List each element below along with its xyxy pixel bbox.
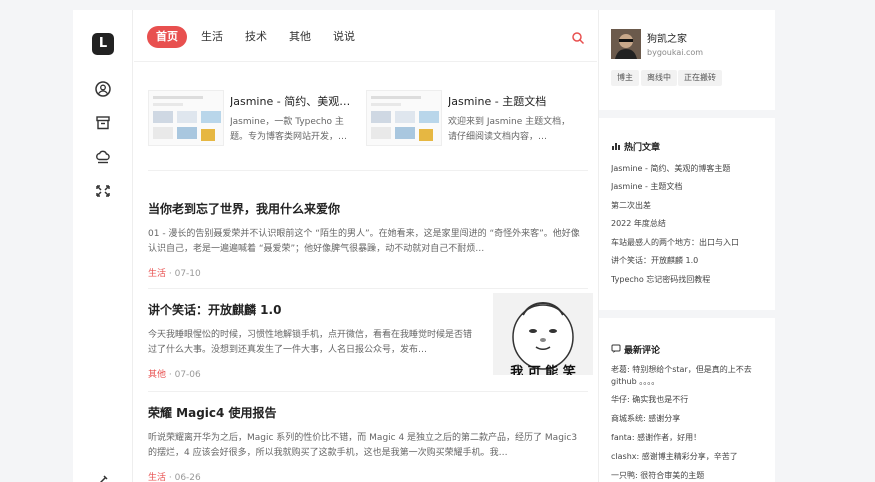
profile-tag: 博主 <box>611 70 639 86</box>
comment-item[interactable]: 一只鸭: 很符合审美的主题 <box>611 470 771 482</box>
post-title[interactable]: 荣耀 Magic4 使用报告 <box>148 404 588 421</box>
featured-card[interactable]: Jasmine - 主题文档 欢迎来到 Jasmine 主题文档，请仔细阅读文档… <box>366 90 576 146</box>
left-rail: L <box>73 10 133 482</box>
nav-life[interactable]: 生活 <box>201 26 223 48</box>
hot-post-link[interactable]: 讲个笑话：开放麒麟 1.0 <box>611 255 771 266</box>
hot-post-link[interactable]: Jasmine - 简约、美观的博客主题 <box>611 163 771 174</box>
archive-icon[interactable] <box>94 114 112 132</box>
post-excerpt: 听说荣耀离开华为之后，Magic 系列的性价比不错，而 Magic 4 是独立之… <box>148 433 578 458</box>
post-date: · 07-10 <box>166 269 201 279</box>
comment-item[interactable]: fanta: 感谢作者，好用！ <box>611 432 771 444</box>
post-item[interactable]: 荣耀 Magic4 使用报告 听说荣耀离开华为之后，Magic 系列的性价比不错… <box>148 404 588 482</box>
chart-icon <box>612 143 620 150</box>
comments-heading: 最新评论 <box>611 343 660 356</box>
cloud-icon[interactable] <box>94 148 112 166</box>
avatar[interactable] <box>611 29 641 59</box>
comment-icon <box>611 344 621 353</box>
profile-name[interactable]: 狗凯之家 <box>647 30 687 45</box>
post-excerpt: 01 - 漫长的告别聂爱荣并不认识眼前这个 “陌生的男人”。在她看来，这是家里闯… <box>148 229 580 254</box>
hot-post-link[interactable]: 2022 年度总结 <box>611 218 771 229</box>
post-title[interactable]: 当你老到忘了世界，我用什么来爱你 <box>148 200 588 217</box>
featured-desc: 欢迎来到 Jasmine 主题文档，请仔细阅读文档内容，… <box>448 117 571 142</box>
hot-post-link[interactable]: 第二次出差 <box>611 200 771 211</box>
main-content: 首页 生活 技术 其他 说说 Jasmine - 简约、美观的… Jasmine… <box>134 10 597 482</box>
post-item[interactable]: 讲个笑话：开放麒麟 1.0 今天我睡眼惺忪的时候，习惯性地解锁手机，点开微信，看… <box>148 293 593 380</box>
divider <box>148 288 588 289</box>
profile-tag: 正在搬砖 <box>678 70 722 86</box>
hot-post-link[interactable]: Jasmine - 主题文档 <box>611 181 771 192</box>
comment-item[interactable]: 老葛: 特别想给个star，但是真的上不去github 。。。。 <box>611 364 771 388</box>
comment-item[interactable]: clashx: 感谢博主精彩分享，辛苦了 <box>611 451 771 463</box>
hot-post-link[interactable]: Typecho 忘记密码找回教程 <box>611 274 771 285</box>
nav-tech[interactable]: 技术 <box>245 26 267 48</box>
nav-other[interactable]: 其他 <box>289 26 311 48</box>
hot-posts-heading: 热门文章 <box>611 140 660 153</box>
post-item[interactable]: 当你老到忘了世界，我用什么来爱你 01 - 漫长的告别聂爱荣并不认识眼前这个 “… <box>148 200 588 279</box>
post-category[interactable]: 生活 <box>148 473 166 482</box>
featured-thumbnail <box>148 90 224 146</box>
right-sidebar: 狗凯之家 bygoukai.com 博主 离线中 正在搬砖 热门文章 Jasmi… <box>598 10 776 482</box>
brush-icon[interactable] <box>94 471 112 482</box>
search-icon[interactable] <box>571 30 585 45</box>
featured-title[interactable]: Jasmine - 主题文档 <box>448 93 578 109</box>
divider <box>148 170 588 171</box>
thumbnail-caption: 我 可 能 笑 <box>510 365 576 375</box>
featured-title[interactable]: Jasmine - 简约、美观的… <box>230 93 360 109</box>
shuffle-icon[interactable] <box>94 182 112 200</box>
post-category[interactable]: 其他 <box>148 370 166 380</box>
page-shell: L 首页 生活 技术 其他 说说 Jasmine - 简约、美观的… Jasmi… <box>73 10 776 482</box>
sidebar-divider <box>599 310 776 318</box>
profile-tag: 离线中 <box>641 70 677 86</box>
site-logo[interactable]: L <box>92 33 114 55</box>
comment-item[interactable]: 商城系统: 感谢分享 <box>611 413 771 425</box>
comments-title: 最新评论 <box>624 346 661 356</box>
featured-desc: Jasmine，一款 Typecho 主题。专为博客类网站开发，… <box>230 117 348 142</box>
hot-post-link[interactable]: 车站最感人的两个地方：出口与入口 <box>611 237 771 248</box>
post-meta: 生活 · 07-10 <box>148 266 588 279</box>
featured-thumbnail <box>366 90 442 146</box>
featured-card[interactable]: Jasmine - 简约、美观的… Jasmine，一款 Typecho 主题。… <box>148 90 360 146</box>
post-date: · 06-26 <box>166 473 201 482</box>
nav-talk[interactable]: 说说 <box>333 26 355 48</box>
post-date: · 07-06 <box>166 370 201 380</box>
hot-posts-title: 热门文章 <box>624 143 661 153</box>
user-circle-icon[interactable] <box>94 80 112 98</box>
post-excerpt: 今天我睡眼惺忪的时候，习惯性地解锁手机，点开微信，看看在我睡觉时候是否错过了什么… <box>148 330 473 355</box>
post-meta: 生活 · 06-26 <box>148 470 588 482</box>
top-nav: 首页 生活 技术 其他 说说 <box>134 10 597 62</box>
profile-url[interactable]: bygoukai.com <box>647 48 703 57</box>
divider <box>148 391 588 392</box>
post-category[interactable]: 生活 <box>148 269 166 279</box>
sidebar-divider <box>599 110 776 118</box>
post-thumbnail[interactable]: 我 可 能 笑 <box>493 293 593 375</box>
comment-item[interactable]: 华仔: 确实我也是不行 <box>611 394 771 406</box>
nav-home[interactable]: 首页 <box>147 26 187 48</box>
